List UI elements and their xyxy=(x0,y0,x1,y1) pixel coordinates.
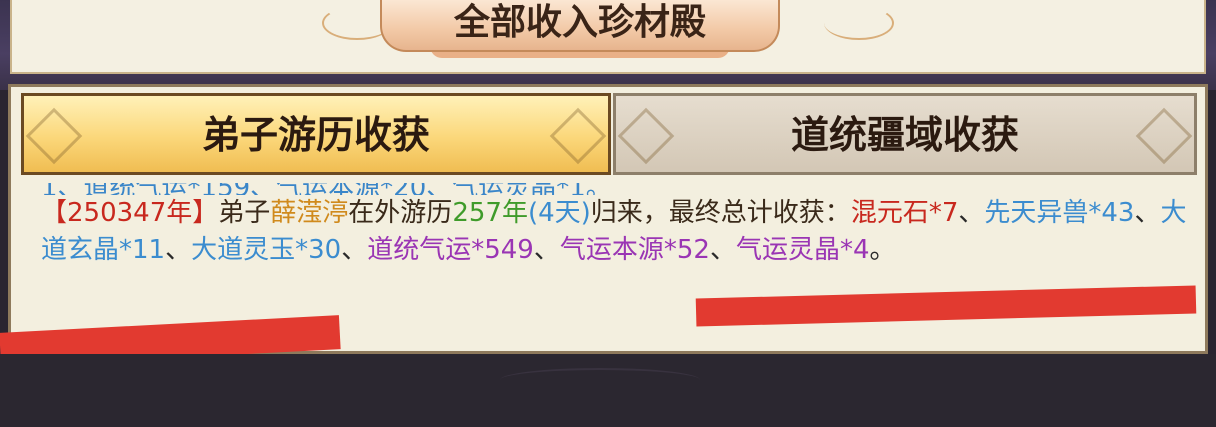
harvest-item: 、 xyxy=(1134,198,1161,228)
diamond-ornament-icon xyxy=(25,107,83,165)
entry-return-text: 归来，最终总计收获： xyxy=(590,198,851,228)
diamond-ornament-icon xyxy=(549,107,607,165)
diamond-ornament-icon xyxy=(1135,107,1193,165)
entry-travel-text: 在外游历 xyxy=(348,198,453,228)
tab-disciple-travel[interactable]: 弟子游历收获 xyxy=(21,93,611,175)
tab-territory[interactable]: 道统疆域收获 xyxy=(613,93,1197,175)
entry-days: (4天) xyxy=(527,198,591,228)
harvest-item: 道统气运*549 xyxy=(367,235,534,265)
entry-disciple-prefix: 弟子 xyxy=(218,198,271,228)
harvest-item: 、 xyxy=(165,235,192,265)
harvest-item: 混元石*7 xyxy=(850,198,959,228)
plaque-right-ornament xyxy=(824,6,894,40)
bottom-ornament-icon xyxy=(500,368,700,392)
harvest-item: 气运灵晶*4 xyxy=(735,235,870,265)
log-previous-entry-fragment: 1、道统气运*159、气运本源*20、气运灵晶*1。 xyxy=(41,183,1201,195)
harvest-item: 气运本源*52 xyxy=(559,235,710,265)
harvest-item: 大道灵玉*30 xyxy=(191,235,342,265)
title-plaque: 全部收入珍材殿 xyxy=(380,0,780,52)
tab-label: 弟子游历收获 xyxy=(201,113,430,157)
entry-duration: 257年 xyxy=(452,198,528,228)
harvest-item: 、 xyxy=(341,235,368,265)
log-entry: 【250347年】弟子薛滢渟在外游历257年(4天)归来，最终总计收获：混元石*… xyxy=(41,195,1201,269)
harvest-item: 。 xyxy=(869,235,896,265)
entry-disciple-name: 薛滢渟 xyxy=(270,198,349,228)
diamond-ornament-icon xyxy=(617,107,675,165)
harvest-item: 先天异兽*43 xyxy=(984,198,1135,228)
harvest-item: 、 xyxy=(709,235,736,265)
tab-label: 道统疆域收获 xyxy=(790,113,1019,157)
entry-year: 【250347年】 xyxy=(41,198,219,228)
harvest-item: 、 xyxy=(958,198,985,228)
harvest-item: 、 xyxy=(533,235,560,265)
